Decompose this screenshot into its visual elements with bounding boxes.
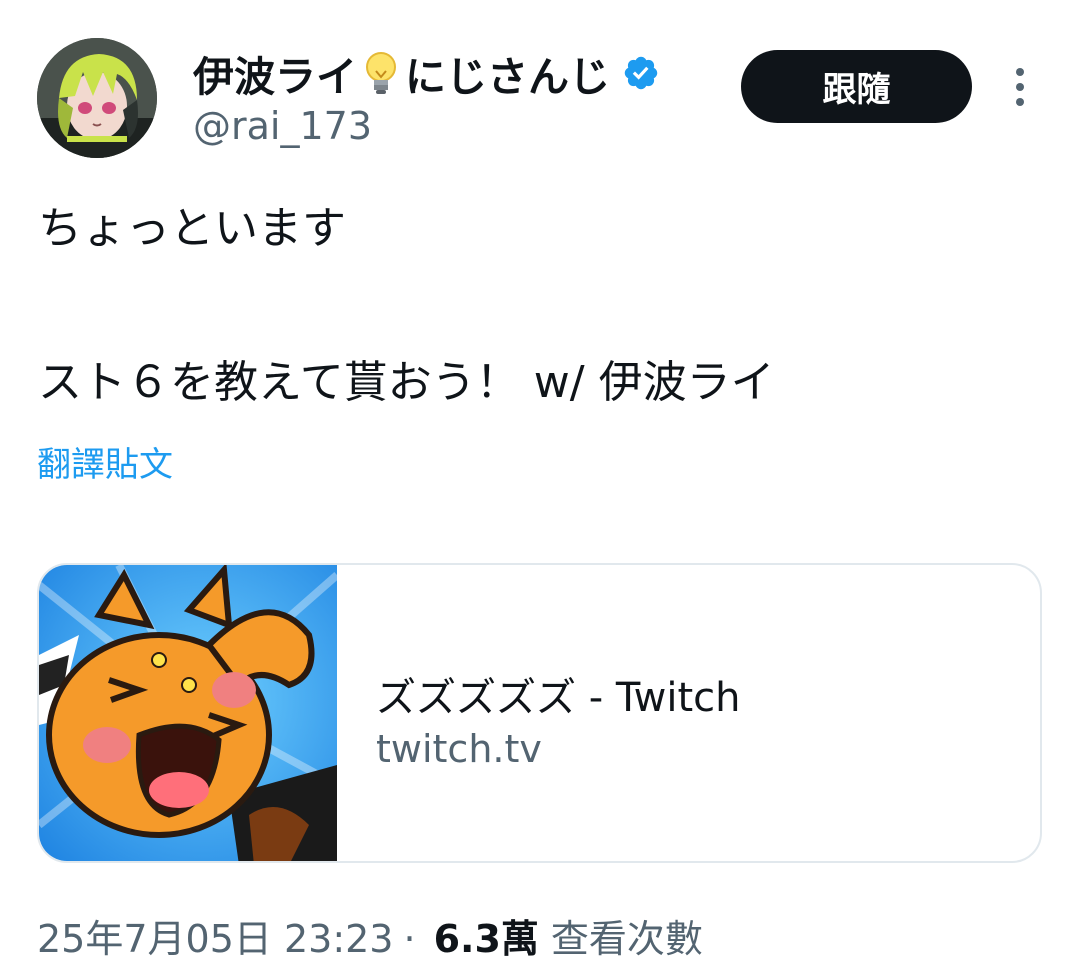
more-vertical-icon[interactable] — [1008, 66, 1032, 108]
link-preview-card[interactable]: ズズズズズ - Twitch twitch.tv — [37, 563, 1042, 863]
tweet-page: 伊波ライ にじさんじ @rai_173 跟隨 ちょっといます スト６を教えて貰お… — [0, 0, 1080, 978]
tweet-text-line-1: ちょっといます — [38, 203, 346, 254]
tweet-timestamp[interactable]: 25年7月05日 23:23 — [37, 908, 393, 963]
tweet-text-line-2: スト６を教えて貰おう！ w/ 伊波ライ — [38, 357, 775, 408]
card-title: ズズズズズ - Twitch — [376, 675, 741, 721]
views-label: 查看次數 — [550, 917, 703, 961]
avatar[interactable] — [37, 38, 157, 158]
card-thumbnail — [39, 565, 340, 861]
tweet-meta: 25年7月05日 23:23 · 6.3萬 查看次數 — [37, 908, 703, 963]
verified-badge-icon — [622, 54, 660, 92]
card-domain: twitch.tv — [376, 727, 542, 771]
avatar-image — [37, 38, 157, 158]
author-name-row[interactable]: 伊波ライ にじさんじ — [193, 44, 660, 102]
author-handle[interactable]: @rai_173 — [193, 104, 372, 148]
follow-button[interactable]: 跟隨 — [741, 50, 972, 123]
lightbulb-icon — [359, 49, 403, 97]
author-display-name-suffix[interactable]: にじさんじ — [405, 43, 610, 103]
author-display-name[interactable]: 伊波ライ — [193, 43, 357, 103]
views-count: 6.3萬 — [433, 917, 539, 961]
translate-post-link[interactable]: 翻譯貼文 — [37, 437, 173, 486]
meta-separator: · — [403, 917, 416, 961]
